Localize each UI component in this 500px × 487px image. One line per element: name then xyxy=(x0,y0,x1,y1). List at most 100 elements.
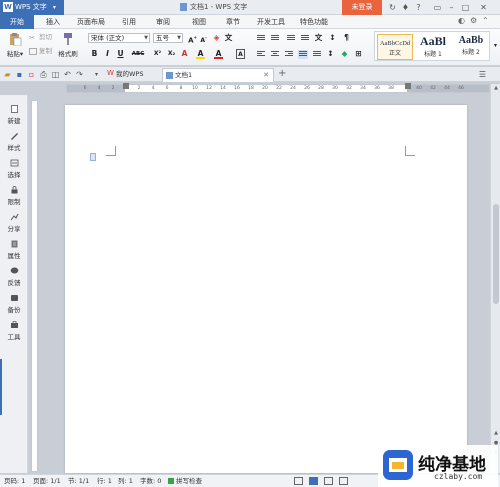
text-effect-button[interactable]: A xyxy=(180,49,189,59)
highlight-button[interactable]: A xyxy=(196,49,205,59)
clear-format-button[interactable]: ◈ xyxy=(212,33,221,43)
open-icon[interactable]: ▰ xyxy=(3,70,12,79)
distribute-icon[interactable] xyxy=(312,50,322,59)
shrink-font-button[interactable]: A- xyxy=(199,33,208,44)
new-tab-icon[interactable]: + xyxy=(278,68,286,79)
justify-icon[interactable] xyxy=(298,50,308,59)
tab-review[interactable]: 审阅 xyxy=(150,15,176,29)
sidebar-item-properties[interactable]: 属性 xyxy=(0,240,28,260)
status-spellcheck[interactable]: 拼写检查 xyxy=(176,475,202,487)
sidebar-item-feedback[interactable]: 反馈 xyxy=(0,267,28,287)
paste-button[interactable]: 粘贴▾ xyxy=(4,32,26,58)
subscript-button[interactable]: X₂ xyxy=(166,49,177,59)
sidebar-item-restrict[interactable]: 限制 xyxy=(0,186,28,206)
refresh-icon[interactable]: ↻ xyxy=(387,2,398,13)
font-size-select[interactable]: 五号 ▼ xyxy=(153,33,183,43)
save-icon[interactable]: ▪ xyxy=(15,70,24,79)
skin-icon[interactable]: ◐ xyxy=(458,16,465,25)
indent-marker-icon[interactable] xyxy=(123,83,129,89)
font-name-select[interactable]: 宋体 (正文) ▼ xyxy=(88,33,150,43)
sidebar-item-select[interactable]: 选择 xyxy=(0,159,28,179)
pdf-icon[interactable]: ▫ xyxy=(27,70,36,79)
app-menu-button[interactable]: W WPS 文字 ▾ xyxy=(0,0,64,15)
ruler-tick: 24 xyxy=(290,86,296,91)
decrease-indent-icon[interactable] xyxy=(286,34,296,43)
tab-view[interactable]: 视图 xyxy=(186,15,212,29)
print-icon[interactable]: ⎙ xyxy=(39,70,48,79)
borders-button[interactable]: ⊞ xyxy=(354,49,363,59)
print-layout-icon[interactable] xyxy=(309,477,318,485)
format-painter-button[interactable]: 格式刷 xyxy=(56,32,80,58)
collapse-ribbon-icon[interactable]: ⌃ xyxy=(482,16,489,25)
sidebar-item-backup[interactable]: 备份 xyxy=(0,294,28,314)
align-center-icon[interactable] xyxy=(270,50,280,59)
tab-insert[interactable]: 插入 xyxy=(40,15,66,29)
vertical-scrollbar[interactable]: ▲ ▲ ● ▼ xyxy=(490,84,500,473)
more-styles-icon[interactable]: ▾ xyxy=(491,41,500,51)
minimize-icon[interactable]: – xyxy=(446,2,457,13)
tab-developer[interactable]: 开发工具 xyxy=(254,15,288,29)
grow-font-button[interactable]: A+ xyxy=(188,33,197,44)
font-color-button[interactable]: A xyxy=(214,49,223,59)
settings-icon[interactable]: ⚙ xyxy=(470,16,477,25)
tab-references[interactable]: 引用 xyxy=(116,15,142,29)
copy-button[interactable]: 复制 xyxy=(29,47,52,56)
outline-view-icon[interactable] xyxy=(324,477,333,485)
shading-button[interactable]: ◆ xyxy=(340,49,349,59)
numbering-icon[interactable] xyxy=(270,34,280,43)
sidebar-item-tools[interactable]: 工具 xyxy=(0,321,28,341)
previous-page-icon[interactable]: ▲ xyxy=(492,430,500,438)
align-right-icon[interactable] xyxy=(284,50,294,59)
bullets-icon[interactable] xyxy=(256,34,266,43)
help-icon[interactable]: ? xyxy=(413,2,424,13)
increase-indent-icon[interactable] xyxy=(300,34,310,43)
tab-page-layout[interactable]: 页面布局 xyxy=(74,15,108,29)
shirt-icon[interactable]: ♦ xyxy=(400,2,411,13)
right-indent-marker-icon[interactable] xyxy=(405,83,411,89)
undo-icon[interactable]: ↶ xyxy=(63,70,72,79)
restore-window-icon[interactable]: ▭ xyxy=(432,2,443,13)
sidebar-item-share[interactable]: 分享 xyxy=(0,213,28,233)
close-tab-icon[interactable]: ✕ xyxy=(263,69,269,82)
login-button[interactable]: 未登录 xyxy=(342,0,382,15)
superscript-button[interactable]: X² xyxy=(152,49,163,59)
document-page[interactable] xyxy=(65,105,467,473)
underline-button[interactable]: U xyxy=(116,49,125,59)
chinese-layout-button[interactable]: 文 xyxy=(314,33,323,43)
cut-button[interactable]: ✂ 剪切 xyxy=(29,33,52,42)
phonetic-button[interactable]: 文 xyxy=(224,33,233,43)
horizontal-ruler[interactable]: 6 4 2 2 4 6 8 10 12 14 16 18 20 22 24 26… xyxy=(66,83,490,93)
sort-button[interactable]: ↕ xyxy=(328,33,337,43)
vertical-ruler[interactable] xyxy=(31,100,38,472)
tab-home[interactable]: 开始 xyxy=(0,15,34,29)
page-view-icon[interactable] xyxy=(294,477,303,485)
strikethrough-button[interactable]: ABC xyxy=(131,49,145,59)
tab-my-wps[interactable]: W 我的WPS xyxy=(104,68,154,82)
scroll-up-icon[interactable]: ▲ xyxy=(492,85,500,93)
quick-access-dropdown-icon[interactable]: ▾ xyxy=(92,70,101,79)
tab-special[interactable]: 特色功能 xyxy=(296,15,332,29)
char-border-button[interactable]: A xyxy=(236,49,245,59)
maximize-icon[interactable]: □ xyxy=(460,2,471,13)
status-page-number: 页码: 1 xyxy=(4,477,26,485)
italic-button[interactable]: I xyxy=(103,49,112,59)
line-spacing-button[interactable]: ↕ xyxy=(326,49,335,59)
align-left-icon[interactable] xyxy=(256,50,266,59)
web-layout-icon[interactable] xyxy=(339,477,348,485)
redo-icon[interactable]: ↷ xyxy=(75,70,84,79)
show-marks-button[interactable]: ¶ xyxy=(342,33,351,43)
close-icon[interactable]: ✕ xyxy=(478,2,489,13)
tab-sections[interactable]: 章节 xyxy=(220,15,246,29)
style-normal[interactable]: AaBbCcDd 正文 xyxy=(377,34,413,60)
scrollbar-thumb[interactable] xyxy=(493,204,499,304)
bold-button[interactable]: B xyxy=(90,49,99,59)
status-word-count[interactable]: 字数: 0 xyxy=(140,475,161,487)
style-heading-2[interactable]: AaBb 标题 2 xyxy=(453,34,489,60)
margin-corner-top-left xyxy=(106,146,116,156)
print-preview-icon[interactable]: ◫ xyxy=(51,70,60,79)
style-heading-1[interactable]: AaBl 标题 1 xyxy=(415,34,451,60)
tab-list-icon[interactable]: ☰ xyxy=(478,70,487,79)
sidebar-item-new[interactable]: 新建 xyxy=(0,105,28,125)
tab-document-1[interactable]: 文档1 ✕ xyxy=(162,68,274,82)
sidebar-item-styles[interactable]: 样式 xyxy=(0,132,28,152)
